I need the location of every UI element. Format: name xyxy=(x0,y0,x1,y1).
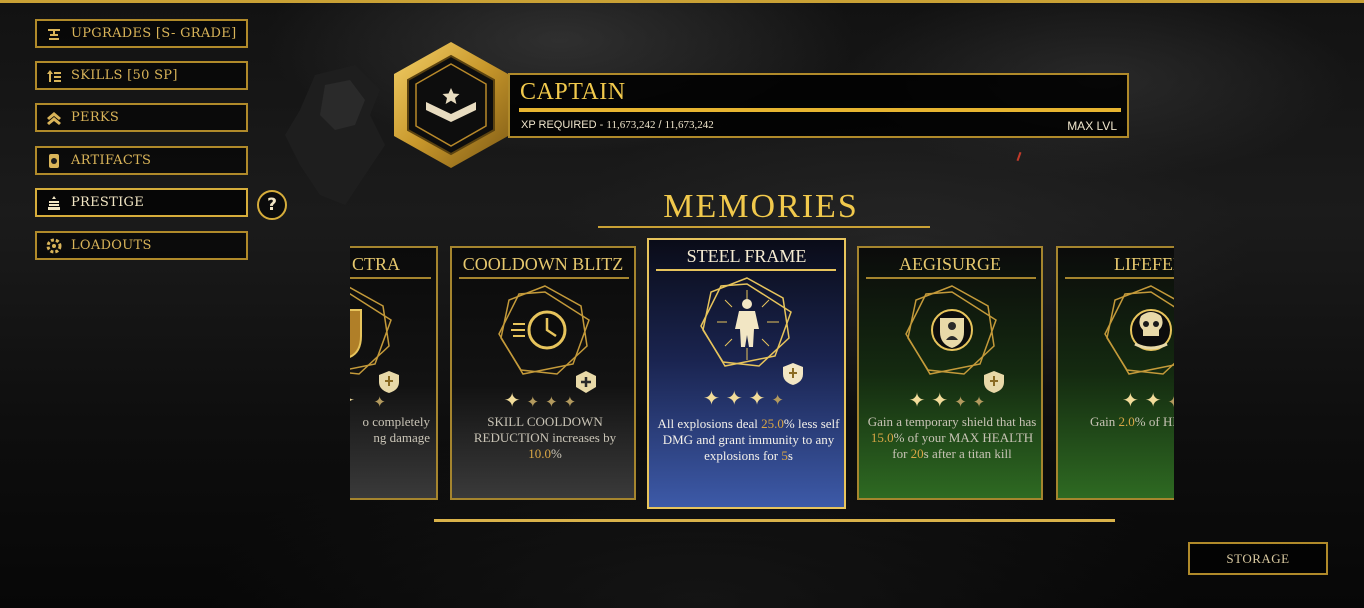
memory-card[interactable]: COOLDOWN BLITZ ✦✦✦✦ SKILL COOLDOWN REDUC… xyxy=(450,246,636,500)
card-title-underline xyxy=(1065,277,1174,279)
rank-panel: CAPTAIN XP REQUIRED - 11,673,242 / 11,67… xyxy=(508,73,1129,138)
ember-spark xyxy=(1016,151,1022,162)
sidebar-item-perks[interactable]: PERKS xyxy=(35,103,248,132)
card-description: SKILL COOLDOWN REDUCTION increases by 10… xyxy=(460,414,630,462)
skill-tree-icon xyxy=(45,68,63,84)
memory-card[interactable]: LIFEFEE ✦✦✦ Gain 2.0% of HEALTH back pe xyxy=(1056,246,1174,500)
card-title-underline xyxy=(459,277,629,279)
card-description: All explosions deal 25.0% less self DMG … xyxy=(656,416,841,464)
sidebar-item-label: UPGRADES [S- GRADE] xyxy=(71,26,237,41)
card-description: o completely ng damage xyxy=(350,414,430,446)
card-desc-value: 15.0 xyxy=(870,430,894,445)
top-frame-border xyxy=(0,0,1364,3)
storage-button[interactable]: STORAGE xyxy=(1188,542,1328,575)
xp-separator: / xyxy=(658,119,662,131)
sidebar-item-label: PERKS xyxy=(71,110,120,125)
card-desc-value: 10.0 xyxy=(528,446,551,461)
heading-divider xyxy=(598,226,930,228)
card-title-underline xyxy=(656,269,836,271)
chevrons-up-icon xyxy=(45,110,63,126)
xp-label: XP REQUIRED - xyxy=(521,119,604,131)
level-status: MAX LVL xyxy=(1067,119,1117,133)
anvil-icon xyxy=(45,26,63,42)
card-desc-text: % of HEALTH back pe xyxy=(1134,414,1174,429)
rank-title: CAPTAIN xyxy=(520,79,626,105)
card-title: AEGISURGE xyxy=(899,254,1001,274)
artifact-icon xyxy=(45,153,63,169)
card-title: CTRA xyxy=(351,254,400,274)
memory-card[interactable]: CTRA ✦ ✦ o completely ng damage xyxy=(350,246,438,500)
star-rating: ✦✦✦✦ xyxy=(503,388,583,412)
card-desc-text: % xyxy=(550,446,562,461)
card-desc-value: 25.0 xyxy=(761,416,784,431)
star-rating: ✦ ✦ xyxy=(350,388,392,412)
sidebar-item-artifacts[interactable]: ARTIFACTS xyxy=(35,146,248,175)
card-title: STEEL FRAME xyxy=(686,246,807,266)
card-description: Gain a temporary shield that has 15.0% o… xyxy=(867,414,1037,462)
card-desc-line: o completely xyxy=(362,414,430,429)
xp-progress-bar xyxy=(519,108,1121,112)
memory-card[interactable]: AEGISURGE ✦✦✦✦ Gain a temporary shield t… xyxy=(857,246,1043,500)
memories-heading: MEMORIES xyxy=(663,188,859,225)
card-desc-text: s after a titan kill xyxy=(923,446,1012,461)
card-desc-value: 2.0 xyxy=(1118,414,1135,429)
shield-fist-icon xyxy=(350,286,392,375)
skull-hand-icon xyxy=(1104,285,1174,375)
card-desc-text: All explosions deal xyxy=(657,416,762,431)
card-title-underline xyxy=(350,277,431,279)
sidebar-item-label: SKILLS [50 SP] xyxy=(71,68,178,83)
star-rating: ✦✦✦ xyxy=(1122,388,1174,412)
card-desc-value: 20 xyxy=(910,446,924,461)
star-rating: ✦✦✦✦ xyxy=(703,386,790,410)
card-desc-text: s xyxy=(787,448,793,463)
gear-loadout-icon xyxy=(45,238,63,254)
shield-badge-icon xyxy=(783,363,803,385)
star-rating: ✦✦✦✦ xyxy=(908,388,992,412)
memories-carousel[interactable]: CTRA ✦ ✦ o completely ng damage COOLDOWN… xyxy=(350,235,1174,515)
card-desc-text: Gain xyxy=(1090,414,1119,429)
sidebar-item-loadouts[interactable]: LOADOUTS xyxy=(35,231,248,260)
clock-speed-icon xyxy=(498,285,590,375)
card-desc-line: ng damage xyxy=(373,430,430,445)
card-title: COOLDOWN BLITZ xyxy=(462,254,624,274)
card-desc-text: SKILL COOLDOWN REDUCTION increases by xyxy=(473,414,617,445)
sidebar-item-label: ARTIFACTS xyxy=(71,153,152,168)
armored-figure-icon xyxy=(700,277,792,367)
sidebar-item-label: LOADOUTS xyxy=(71,238,152,253)
shield-surge-icon xyxy=(905,285,997,375)
memory-card-selected[interactable]: STEEL FRAME ✦✦✦✦ All explosions deal 25.… xyxy=(647,238,846,509)
card-desc-text: Gain a temporary shield that has xyxy=(867,414,1037,429)
captain-rank-icon xyxy=(394,42,508,168)
sidebar-item-skills[interactable]: SKILLS [50 SP] xyxy=(35,61,248,90)
carousel-divider xyxy=(434,519,1115,522)
card-description: Gain 2.0% of HEALTH back pe xyxy=(1068,414,1174,430)
xp-current: 11,673,242 xyxy=(606,119,656,131)
sidebar-item-upgrades[interactable]: UPGRADES [S- GRADE] xyxy=(35,19,248,48)
xp-required-text: XP REQUIRED - 11,673,242 / 11,673,242 xyxy=(521,119,714,131)
card-title: LIFEFEE xyxy=(1114,254,1174,274)
xp-required: 11,673,242 xyxy=(664,119,714,131)
card-title-underline xyxy=(866,277,1036,279)
